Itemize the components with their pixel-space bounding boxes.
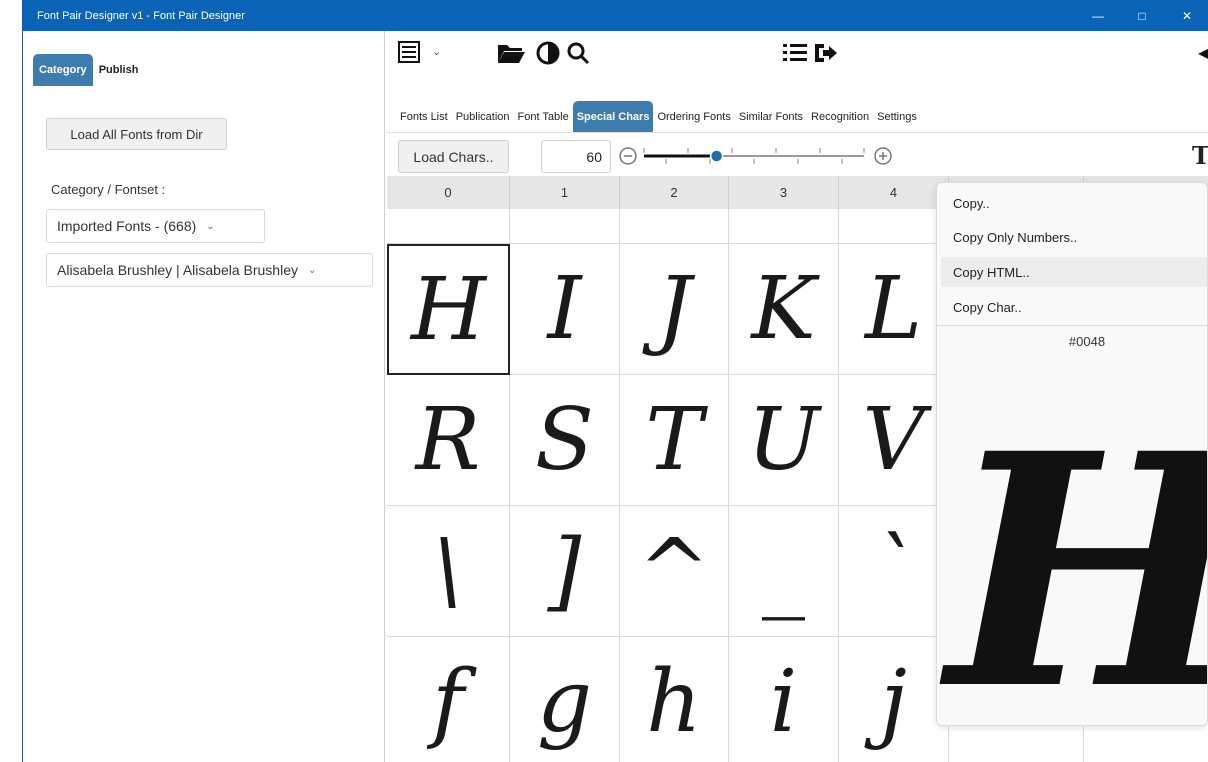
column-header[interactable]: 4	[839, 176, 949, 209]
left-tabs: Category Publish	[33, 54, 144, 86]
glyph-cell[interactable]: U	[729, 375, 839, 506]
category-value: Imported Fonts - (668)	[57, 218, 197, 234]
chevron-down-icon[interactable]: ⌄	[432, 45, 441, 58]
glyph-cell[interactable]	[729, 209, 839, 244]
glyph-cell[interactable]: _	[729, 506, 839, 637]
load-chars-button[interactable]: Load Chars..	[398, 140, 509, 173]
window-title: Font Pair Designer v1 - Font Pair Design…	[37, 9, 245, 22]
column-header[interactable]: 2	[620, 176, 729, 209]
list-view-icon[interactable]	[398, 41, 424, 71]
tab-publication[interactable]: Publication	[452, 101, 514, 133]
glyph-cell[interactable]: `	[839, 506, 949, 637]
copy-char-menu-item[interactable]: Copy Char..	[941, 292, 1207, 322]
main-tabs: Fonts List Publication Font Table Specia…	[396, 101, 921, 133]
char-preview: H	[947, 413, 1207, 726]
column-header[interactable]: 0	[387, 176, 510, 209]
numbered-list-icon[interactable]	[782, 41, 808, 71]
glyph-cell[interactable]: T	[620, 375, 729, 506]
glyph-cell[interactable]: ]	[510, 506, 620, 637]
toolbar: ⌄ ◀	[386, 31, 1208, 89]
glyph-cell[interactable]: K	[729, 244, 839, 375]
window-controls: — □ ✕	[1076, 0, 1208, 31]
tab-recognition[interactable]: Recognition	[807, 101, 873, 133]
glyph-cell[interactable]	[387, 209, 510, 244]
glyph-cell[interactable]: J	[620, 244, 729, 375]
tab-ordering-fonts[interactable]: Ordering Fonts	[653, 101, 734, 133]
glyph-cell[interactable]: L	[839, 244, 949, 375]
glyph-cell[interactable]	[620, 209, 729, 244]
glyph-cell[interactable]: h	[620, 637, 729, 762]
tab-category[interactable]: Category	[33, 54, 93, 86]
chevron-down-icon: ⌄	[308, 264, 317, 276]
char-code: #0048	[1068, 334, 1106, 349]
copy-menu-item[interactable]: Copy..	[941, 188, 1207, 218]
size-slider[interactable]	[618, 143, 908, 169]
tab-publish[interactable]: Publish	[93, 54, 145, 86]
tab-font-table[interactable]: Font Table	[514, 101, 573, 133]
slider-thumb[interactable]	[709, 149, 724, 163]
folder-open-icon[interactable]	[496, 41, 526, 71]
font-size-icon[interactable]: 𝐓	[1192, 141, 1208, 170]
search-icon[interactable]	[566, 41, 590, 71]
column-header[interactable]: 3	[729, 176, 839, 209]
glyph-cell[interactable]: ^	[620, 506, 729, 637]
glyph-cell[interactable]: I	[510, 244, 620, 375]
title-bar: Font Pair Designer v1 - Font Pair Design…	[23, 0, 1208, 31]
tab-similar-fonts[interactable]: Similar Fonts	[735, 101, 807, 133]
size-input[interactable]: 60	[541, 140, 611, 173]
glyph-cell[interactable]	[510, 209, 620, 244]
copy-html-menu-item[interactable]: Copy HTML..	[941, 257, 1207, 287]
tab-settings[interactable]: Settings	[873, 101, 921, 133]
glyph-cell[interactable]: R	[387, 375, 510, 506]
glyph-cell[interactable]: f	[387, 637, 510, 762]
context-menu: Copy.. Copy Only Numbers.. Copy HTML.. C…	[936, 182, 1208, 726]
glyph-cell[interactable]: i	[729, 637, 839, 762]
glyph-cell[interactable]: S	[510, 375, 620, 506]
column-header[interactable]: 1	[510, 176, 620, 209]
back-arrow-icon[interactable]: ◀	[1198, 43, 1208, 63]
font-select[interactable]: Alisabela Brushley | Alisabela Brushley …	[46, 253, 373, 287]
copy-only-numbers-menu-item[interactable]: Copy Only Numbers..	[941, 222, 1207, 252]
category-select[interactable]: Imported Fonts - (668) ⌄	[46, 209, 265, 243]
contrast-icon[interactable]	[536, 41, 560, 71]
close-icon[interactable]: ✕	[1164, 0, 1208, 31]
maximize-icon[interactable]: □	[1120, 0, 1164, 31]
chevron-down-icon: ⌄	[206, 220, 215, 232]
left-panel: Category Publish Load All Fonts from Dir…	[23, 31, 385, 762]
minimize-icon[interactable]: —	[1076, 0, 1120, 31]
glyph-cell[interactable]: g	[510, 637, 620, 762]
glyph-cell[interactable]: H	[387, 244, 510, 375]
menu-divider	[937, 325, 1207, 326]
glyph-cell[interactable]: V	[839, 375, 949, 506]
load-all-fonts-button[interactable]: Load All Fonts from Dir	[46, 118, 227, 150]
font-value: Alisabela Brushley | Alisabela Brushley	[57, 262, 298, 278]
export-icon[interactable]	[812, 41, 838, 71]
glyph-cell[interactable]: j	[839, 637, 949, 762]
glyph-cell[interactable]: \	[387, 506, 510, 637]
tab-special-chars[interactable]: Special Chars	[572, 101, 654, 133]
char-toolbar: Load Chars.. 60 𝐓	[386, 132, 1208, 176]
tab-fonts-list[interactable]: Fonts List	[396, 101, 452, 133]
glyph-cell[interactable]	[839, 209, 949, 244]
category-label: Category / Fontset :	[51, 182, 166, 197]
